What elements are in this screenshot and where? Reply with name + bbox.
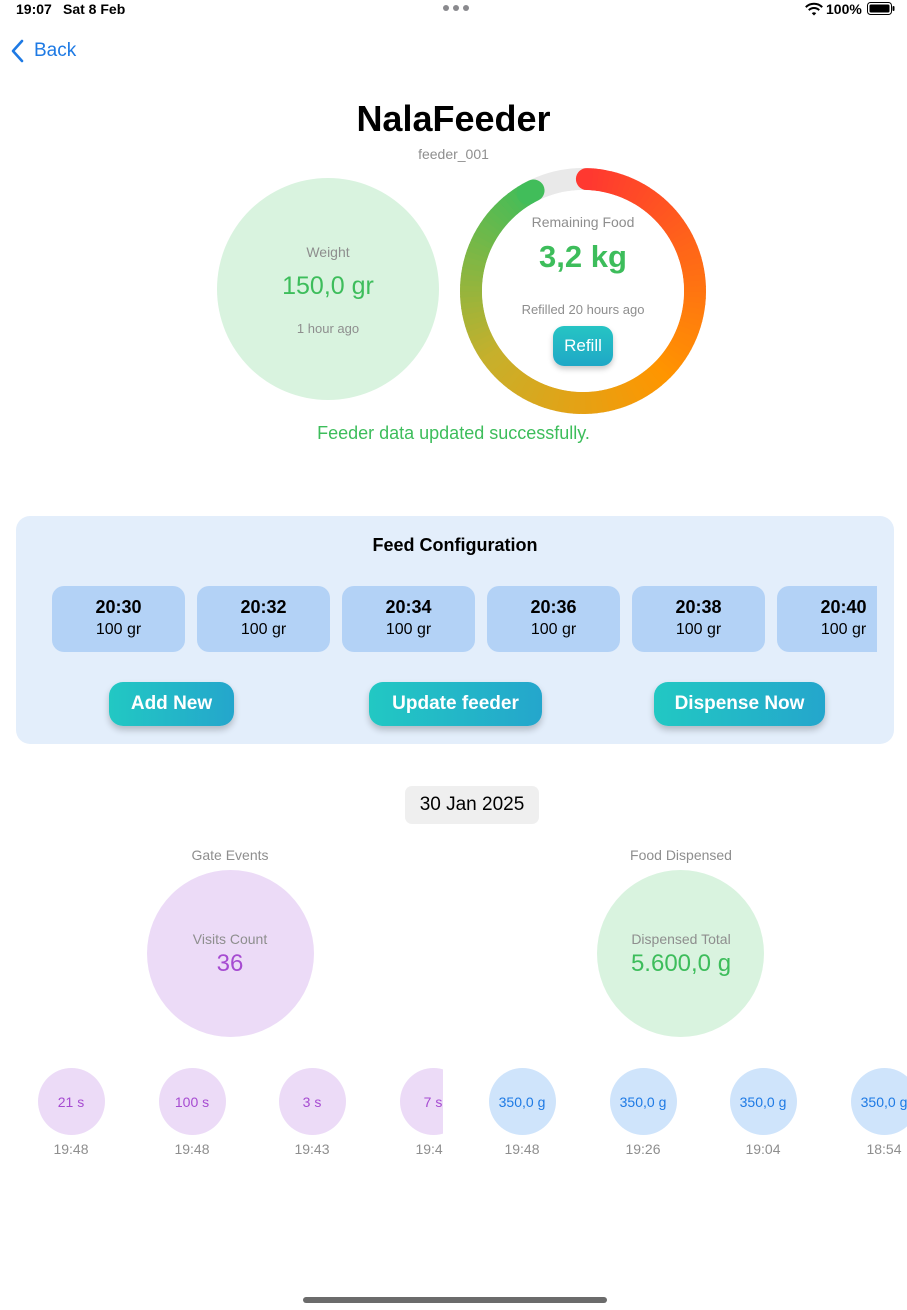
weight-updated: 1 hour ago <box>296 321 360 336</box>
add-new-button[interactable]: Add New <box>109 682 234 726</box>
status-time: 19:07 <box>16 1 52 17</box>
gate-event-duration: 7 s <box>399 1068 443 1135</box>
feed-slot-time: 20:34 <box>385 597 432 617</box>
dispensed-total-label: Dispensed Total <box>631 931 731 947</box>
gate-event-item[interactable]: 21 s 19:48 <box>26 1068 116 1157</box>
gate-event-item[interactable]: 3 s 19:43 <box>267 1068 357 1157</box>
back-label: Back <box>34 40 77 61</box>
feed-slot-amount: 100 gr <box>385 621 432 638</box>
dispense-event-item[interactable]: 350,0 g 18:54 <box>839 1068 907 1157</box>
home-indicator[interactable] <box>303 1297 607 1303</box>
feed-slot-time: 20:32 <box>240 597 287 617</box>
dispense-event-item[interactable]: 350,0 g 19:04 <box>718 1068 808 1157</box>
dispense-event-amount: 350,0 g <box>850 1068 907 1135</box>
dispense-event-item[interactable]: 350,0 g 19:48 <box>477 1068 567 1157</box>
feed-slot[interactable]: 20:32 100 gr <box>197 586 330 652</box>
gate-event-duration: 100 s <box>158 1068 226 1135</box>
gate-event-item[interactable]: 100 s 19:48 <box>147 1068 237 1157</box>
refilled-time: Refilled 20 hours ago <box>521 302 645 317</box>
remaining-food-arc-segment <box>516 179 545 205</box>
back-button[interactable]: Back <box>10 38 76 64</box>
dispensed-total-value: 5.600,0 g <box>630 950 732 977</box>
gate-event-item[interactable]: 7 s 19:43 <box>388 1068 443 1157</box>
battery-icon <box>867 2 895 15</box>
weight-value: 150,0 gr <box>282 272 374 300</box>
visits-count-label: Visits Count <box>192 931 268 947</box>
update-feeder-button[interactable]: Update feeder <box>369 682 542 726</box>
feed-slot[interactable]: 20:40 100 gr <box>777 586 877 652</box>
food-dispensed-title: Food Dispensed <box>630 847 732 863</box>
feed-slot[interactable]: 20:34 100 gr <box>342 586 475 652</box>
status-date: Sat 8 Feb <box>63 1 126 17</box>
multitasking-dots-icon[interactable] <box>443 5 469 13</box>
gate-event-time: 19:43 <box>415 1141 443 1157</box>
feed-slot-time: 20:38 <box>675 597 722 617</box>
feed-slot-amount: 100 gr <box>530 621 577 638</box>
feed-slot-amount: 100 gr <box>95 621 142 638</box>
status-message: Feeder data updated successfully. <box>317 423 590 443</box>
gate-events-scroller[interactable]: 21 s 19:48 100 s 19:48 3 s 19:43 7 s 19:… <box>0 1068 443 1168</box>
feed-slot-time: 20:30 <box>95 597 142 617</box>
dispense-event-time: 19:04 <box>745 1141 781 1157</box>
device-id: feeder_001 <box>418 146 489 162</box>
dispense-now-button[interactable]: Dispense Now <box>654 682 825 726</box>
wifi-icon <box>805 2 823 16</box>
feed-slot-time: 20:36 <box>530 597 577 617</box>
feed-slot[interactable]: 20:30 100 gr <box>52 586 185 652</box>
refill-button[interactable]: Refill <box>553 326 613 366</box>
feed-slot-amount: 100 gr <box>820 621 867 638</box>
dispense-event-time: 19:48 <box>504 1141 540 1157</box>
weight-label: Weight <box>306 244 350 260</box>
feed-slot-time: 20:40 <box>820 597 867 617</box>
gate-event-time: 19:48 <box>53 1141 89 1157</box>
dispense-event-time: 18:54 <box>866 1141 902 1157</box>
remaining-food-value: 3,2 kg <box>539 239 627 274</box>
dispense-event-amount: 350,0 g <box>488 1068 556 1135</box>
chevron-left-icon <box>11 39 24 63</box>
gate-event-time: 19:48 <box>174 1141 210 1157</box>
dispense-event-time: 19:26 <box>625 1141 661 1157</box>
page-title: NalaFeeder <box>356 98 551 139</box>
dispense-event-item[interactable]: 350,0 g 19:26 <box>598 1068 688 1157</box>
remaining-food-label: Remaining Food <box>531 214 635 230</box>
feed-slot[interactable]: 20:36 100 gr <box>487 586 620 652</box>
gate-event-duration: 21 s <box>37 1068 105 1135</box>
remaining-food-ring <box>460 168 706 414</box>
feed-slots-scroller[interactable]: 20:30 100 gr 20:32 100 gr 20:34 100 gr 2… <box>40 586 877 654</box>
feed-configuration-title: Feed Configuration <box>372 535 538 555</box>
gate-event-duration: 3 s <box>278 1068 346 1135</box>
dispense-event-amount: 350,0 g <box>729 1068 797 1135</box>
dispense-events-scroller[interactable]: 350,0 g 19:48 350,0 g 19:26 350,0 g 19:0… <box>443 1068 907 1168</box>
dispense-event-amount: 350,0 g <box>609 1068 677 1135</box>
feed-slot[interactable]: 20:38 100 gr <box>632 586 765 652</box>
feed-slot-amount: 100 gr <box>675 621 722 638</box>
battery-percent: 100% <box>826 1 862 17</box>
feed-slot-amount: 100 gr <box>240 621 287 638</box>
gate-event-time: 19:43 <box>294 1141 330 1157</box>
gate-events-title: Gate Events <box>191 847 269 863</box>
date-picker[interactable]: 30 Jan 2025 <box>405 786 539 824</box>
visits-count-value: 36 <box>216 950 244 977</box>
